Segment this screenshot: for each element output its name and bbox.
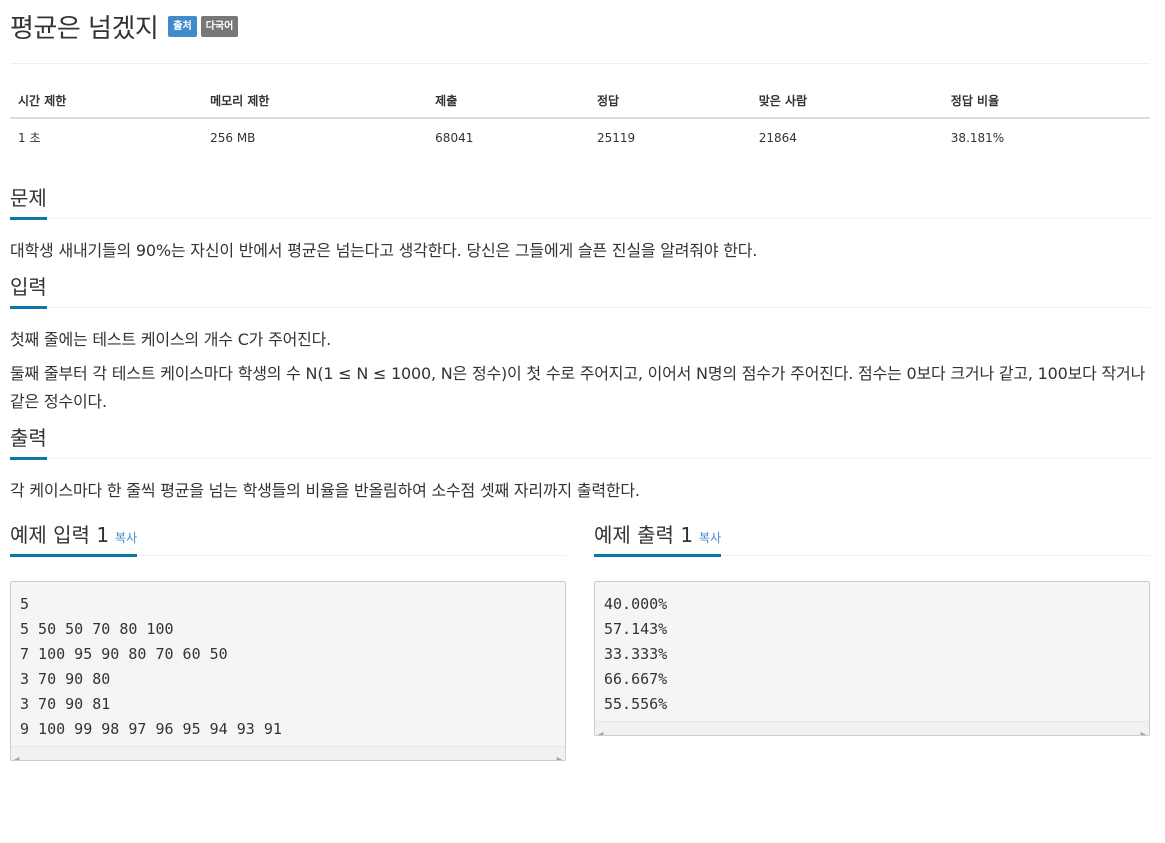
stats-submissions: 68041 — [427, 117, 589, 156]
stats-value-row: 1 초 256 MB 68041 25119 21864 38.181% — [10, 117, 1150, 156]
stats-header-solvers: 맞은 사람 — [750, 82, 943, 119]
output-section: 출력 각 케이스마다 한 줄씩 평균을 넘는 학생들의 비율을 반올림하여 소수… — [10, 422, 1150, 505]
sample-output-content: 40.000% 57.143% 33.333% 66.667% 55.556% — [604, 595, 668, 713]
sample-output-scrollbar[interactable]: ◀ ▶ — [595, 721, 1149, 735]
output-section-header: 출력 — [10, 422, 1150, 460]
problem-section: 문제 대학생 새내기들의 90%는 자신이 반에서 평균은 넘는다고 생각한다.… — [10, 182, 1150, 265]
sample-input-code[interactable]: 5 5 50 50 70 80 100 7 100 95 90 80 70 60… — [10, 581, 566, 761]
sample-input-title: 예제 입력 1 — [10, 523, 110, 547]
stats-solvers: 21864 — [750, 117, 943, 156]
sample-output-header: 예제 출력 1 복사 — [594, 519, 1150, 557]
problem-page: 평균은 넘겠지 출처 다국어 시간 제한 메모리 제한 제출 정답 맞은 사람 … — [0, 0, 1165, 843]
stats-header-row: 시간 제한 메모리 제한 제출 정답 맞은 사람 정답 비율 — [10, 82, 1150, 119]
samples-row: 예제 입력 1 복사 5 5 50 50 70 80 100 7 100 95 9… — [10, 519, 1150, 761]
sample-output-title: 예제 출력 1 — [594, 523, 694, 547]
stats-header-submissions: 제출 — [427, 82, 589, 119]
problem-heading: 문제 — [10, 182, 47, 220]
stats-accepted: 25119 — [588, 117, 751, 156]
stats-memory-limit: 256 MB — [202, 117, 428, 156]
input-line-1: 첫째 줄에는 테스트 케이스의 개수 C가 주어진다. — [10, 330, 332, 349]
sample-output-code[interactable]: 40.000% 57.143% 33.333% 66.667% 55.556% ◀… — [594, 581, 1150, 736]
stats-table: 시간 제한 메모리 제한 제출 정답 맞은 사람 정답 비율 1 초 256 M… — [10, 82, 1150, 156]
stats-ratio: 38.181% — [942, 117, 1150, 156]
scroll-left-icon[interactable]: ◀ — [598, 723, 603, 735]
sample-input-panel: 예제 입력 1 복사 5 5 50 50 70 80 100 7 100 95 9… — [10, 519, 566, 761]
page-title: 평균은 넘겠지 — [10, 14, 159, 44]
problem-description: 대학생 새내기들의 90%는 자신이 반에서 평균은 넘는다고 생각한다. 당신… — [10, 237, 1150, 265]
problem-section-header: 문제 — [10, 182, 1150, 220]
sample-output-heading: 예제 출력 1 복사 — [594, 519, 722, 557]
sample-input-content: 5 5 50 50 70 80 100 7 100 95 90 80 70 60… — [20, 595, 282, 738]
title-row: 평균은 넘겠지 출처 다국어 — [10, 0, 1150, 64]
sample-output-panel: 예제 출력 1 복사 40.000% 57.143% 33.333% 66.667… — [594, 519, 1150, 761]
sample-output-copy-button[interactable]: 복사 — [699, 531, 721, 545]
input-heading: 입력 — [10, 271, 47, 309]
input-line-2: 둘째 줄부터 각 테스트 케이스마다 학생의 수 N(1 ≤ N ≤ 1000,… — [10, 364, 1146, 411]
scroll-right-icon[interactable]: ▶ — [1141, 723, 1146, 735]
output-description: 각 케이스마다 한 줄씩 평균을 넘는 학생들의 비율을 반올림하여 소수점 셋… — [10, 477, 1150, 505]
scroll-right-icon[interactable]: ▶ — [557, 748, 562, 760]
problem-text: 대학생 새내기들의 90%는 자신이 반에서 평균은 넘는다고 생각한다. 당신… — [10, 241, 758, 260]
stats-time-limit: 1 초 — [10, 117, 203, 156]
scroll-left-icon[interactable]: ◀ — [14, 748, 19, 760]
sample-input-copy-button[interactable]: 복사 — [115, 531, 137, 545]
stats-header-memory-limit: 메모리 제한 — [202, 82, 428, 119]
stats-header-time-limit: 시간 제한 — [10, 82, 203, 119]
output-text: 각 케이스마다 한 줄씩 평균을 넘는 학생들의 비율을 반올림하여 소수점 셋… — [10, 481, 640, 500]
input-section-header: 입력 — [10, 271, 1150, 309]
sample-input-heading: 예제 입력 1 복사 — [10, 519, 138, 557]
output-heading: 출력 — [10, 422, 47, 460]
input-description: 첫째 줄에는 테스트 케이스의 개수 C가 주어진다. 둘째 줄부터 각 테스트… — [10, 326, 1150, 416]
stats-header-accepted: 정답 — [588, 82, 751, 119]
multilang-badge[interactable]: 다국어 — [200, 16, 239, 37]
sample-input-scrollbar[interactable]: ◀ ▶ — [11, 746, 565, 760]
source-badge[interactable]: 출처 — [168, 16, 197, 37]
sample-input-header: 예제 입력 1 복사 — [10, 519, 566, 557]
stats-header-ratio: 정답 비율 — [942, 82, 1150, 119]
input-section: 입력 첫째 줄에는 테스트 케이스의 개수 C가 주어진다. 둘째 줄부터 각 … — [10, 271, 1150, 416]
